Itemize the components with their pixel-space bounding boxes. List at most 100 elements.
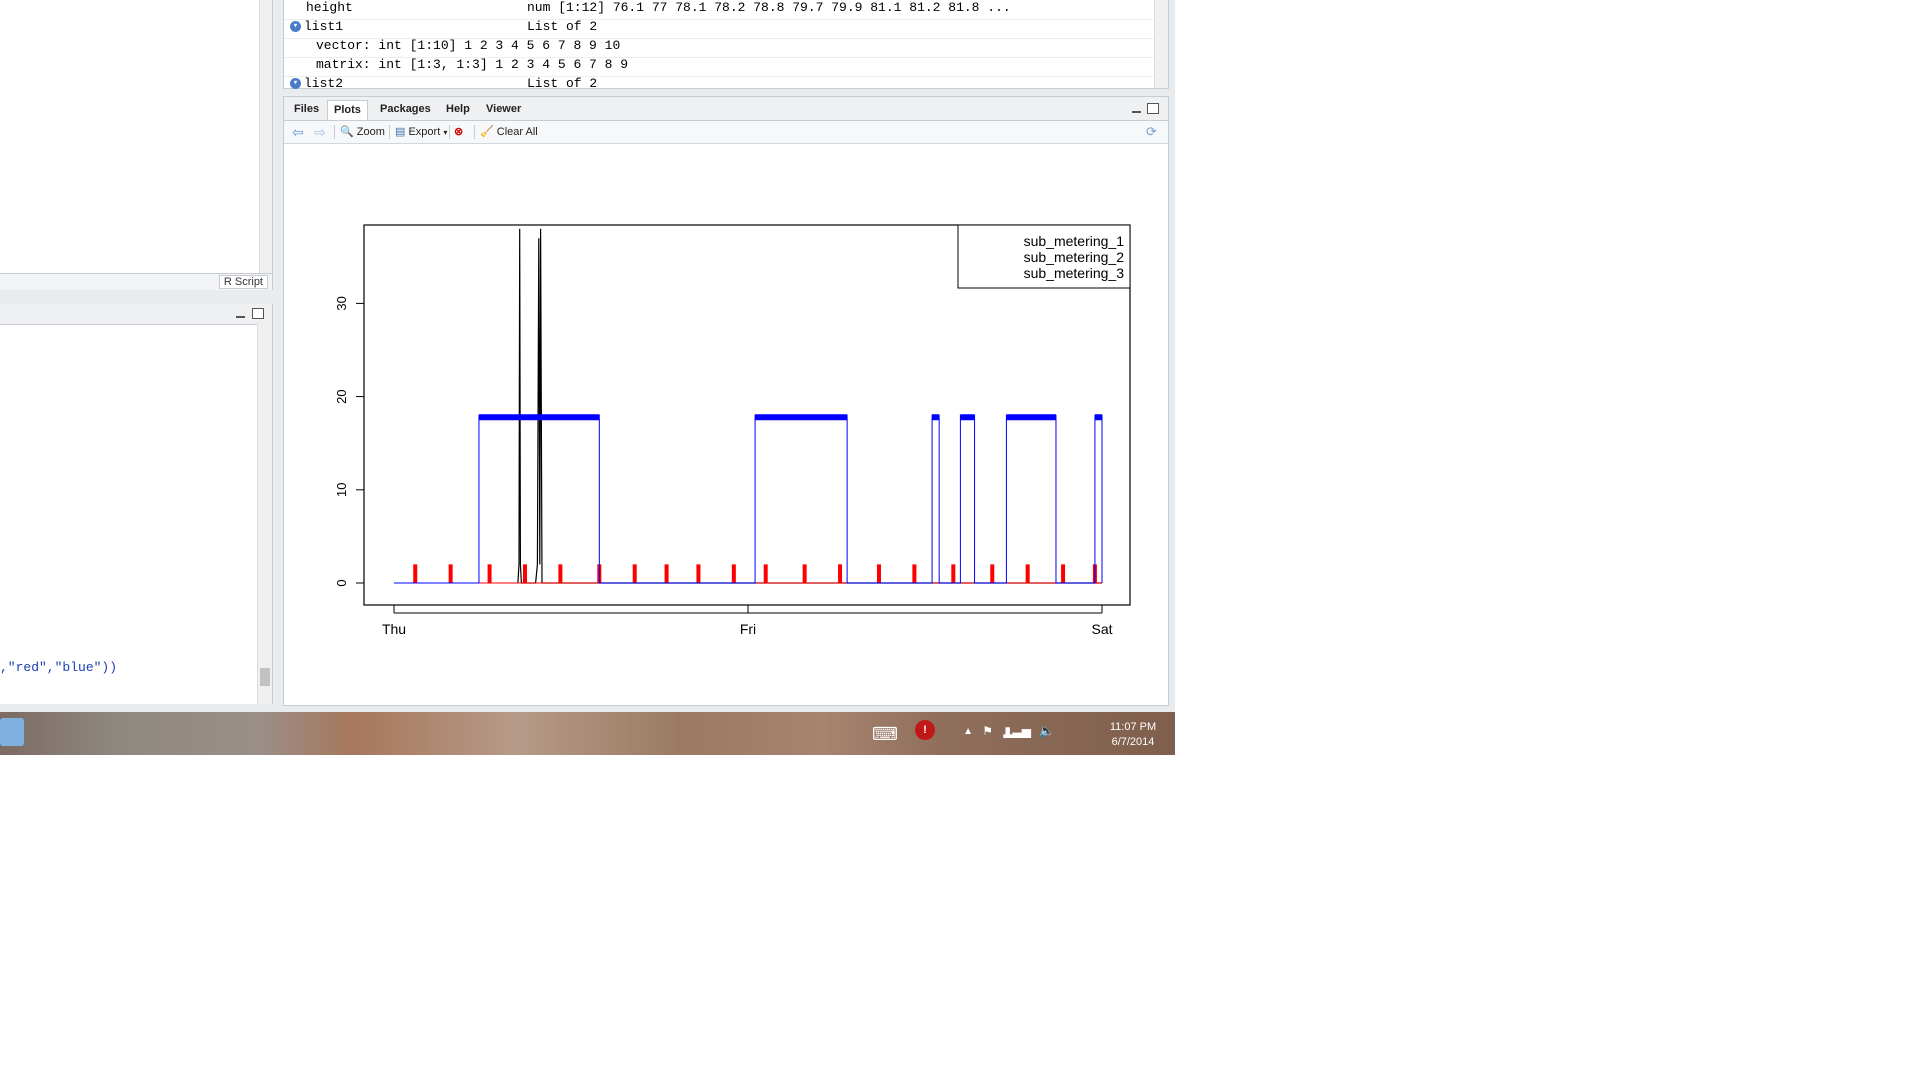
console-header bbox=[0, 304, 272, 325]
console-pane: ,"red","blue")) bbox=[0, 304, 273, 704]
environment-name: vector: int [1:10] 1 2 3 4 5 6 7 8 9 10 bbox=[316, 38, 620, 53]
series-spike-sub_metering_2 bbox=[912, 564, 917, 583]
pane-tabs: Files Plots Packages Help Viewer bbox=[284, 97, 1168, 121]
refresh-icon[interactable]: ⟳ bbox=[1146, 124, 1157, 140]
keyboard-icon[interactable]: ⌨ bbox=[872, 724, 898, 745]
series-spike-sub_metering_2 bbox=[632, 564, 637, 583]
series-band-sub_metering_3 bbox=[960, 414, 975, 421]
series-spike-sub_metering_2 bbox=[696, 564, 701, 583]
series-spike-sub_metering_2 bbox=[876, 564, 881, 583]
environment-value: num [1:12] 76.1 77 78.1 78.2 78.8 79.7 7… bbox=[527, 0, 1011, 15]
clear-all-button[interactable]: 🧹 Clear All bbox=[480, 124, 538, 140]
alert-icon[interactable]: ! bbox=[915, 720, 935, 740]
broom-icon: 🧹 bbox=[480, 126, 494, 138]
maximize-icon[interactable] bbox=[1147, 103, 1159, 114]
series-spike-sub_metering_2 bbox=[763, 564, 768, 583]
y-tick-label: 10 bbox=[334, 483, 349, 497]
environment-row[interactable]: vector: int [1:10] 1 2 3 4 5 6 7 8 9 10 bbox=[284, 38, 1154, 58]
plot-canvas: 0 10 20 30 Thu Fri Sat sub_metering_1 sub_meteri… bbox=[334, 224, 1131, 637]
series-band-sub_metering_3 bbox=[1094, 414, 1102, 421]
series-band-sub_metering_3 bbox=[1006, 414, 1056, 421]
series-band-sub_metering_3 bbox=[478, 414, 600, 421]
flag-icon[interactable]: ⚑ bbox=[982, 724, 993, 738]
environment-row[interactable]: ▾ list1 List of 2 bbox=[284, 19, 1154, 39]
export-icon: ▤ bbox=[395, 126, 406, 138]
back-arrow-icon[interactable]: ⇦ bbox=[292, 124, 304, 140]
legend-entry: sub_metering_3 bbox=[1024, 265, 1125, 281]
toolbar-separator bbox=[389, 125, 390, 139]
environment-name-text: list1 bbox=[304, 19, 344, 34]
environment-name-text: height bbox=[306, 0, 353, 15]
zoom-label: Zoom bbox=[356, 126, 385, 138]
series-spike-sub_metering_2 bbox=[448, 564, 453, 583]
tab-viewer[interactable]: Viewer bbox=[480, 100, 527, 119]
environment-row[interactable]: height num [1:12] 76.1 77 78.1 78.2 78.8 … bbox=[284, 0, 1154, 20]
legend-entry: sub_metering_1 bbox=[1024, 233, 1125, 249]
plots-toolbar: ⇦ ⇨ 🔍 Zoom ▤ Export ▾ ⊗ 🧹 Clear All ⟳ bbox=[284, 121, 1168, 144]
series-spike-sub_metering_2 bbox=[951, 564, 956, 583]
show-hidden-icons-icon[interactable]: ▲ bbox=[963, 726, 973, 737]
windows-taskbar: ⌨ ! ▲ ⚑ ▮ ▂▃▅ 🔈 11:07 PM 6/7/2014 bbox=[0, 712, 1175, 755]
export-label: Export bbox=[408, 126, 441, 138]
taskbar-clock[interactable]: 11:07 PM 6/7/2014 bbox=[1103, 720, 1163, 750]
environment-name: ▾ list1 bbox=[290, 19, 343, 34]
file-type-selector[interactable]: R Script bbox=[218, 275, 268, 289]
environment-value: List of 2 bbox=[527, 19, 598, 34]
tab-files[interactable]: Files bbox=[288, 100, 325, 119]
editor-scrollbar[interactable] bbox=[259, 0, 272, 277]
export-button[interactable]: ▤ Export ▾ bbox=[395, 124, 447, 140]
taskbar-app-icon[interactable] bbox=[0, 718, 24, 746]
y-tick-label: 20 bbox=[334, 389, 349, 403]
maximize-icon[interactable] bbox=[252, 308, 264, 319]
environment-value: List of 2 bbox=[527, 76, 598, 91]
expand-icon[interactable]: ▾ bbox=[290, 21, 301, 33]
environment-row[interactable]: ▾ list2 List of 2 bbox=[284, 76, 1154, 96]
series-spike-sub_metering_2 bbox=[413, 564, 418, 583]
forward-arrow-icon[interactable]: ⇨ bbox=[314, 124, 326, 140]
x-tick-label: Fri bbox=[740, 621, 756, 637]
environment-row[interactable]: matrix: int [1:3, 1:3] 1 2 3 4 5 6 7 8 9 bbox=[284, 57, 1154, 77]
console-scrollbar[interactable] bbox=[257, 324, 272, 704]
x-tick-label: Sat bbox=[1091, 621, 1112, 637]
editor-statusbar: R Script bbox=[0, 273, 272, 290]
rstudio-window: R Script ,"red","blue")) height num [1:12… bbox=[0, 0, 1175, 755]
tab-help[interactable]: Help bbox=[440, 100, 476, 119]
network-icon[interactable]: ▂▃▅ bbox=[1003, 724, 1031, 738]
series-spike-sub_metering_2 bbox=[1025, 564, 1030, 583]
source-editor-pane: R Script bbox=[0, 0, 273, 290]
environment-scrollbar[interactable] bbox=[1154, 0, 1168, 88]
expand-icon[interactable]: ▾ bbox=[290, 78, 301, 90]
series-spike-sub_metering_2 bbox=[731, 564, 736, 583]
y-tick-label: 0 bbox=[334, 579, 349, 586]
environment-name: matrix: int [1:3, 1:3] 1 2 3 4 5 6 7 8 9 bbox=[316, 57, 628, 72]
toolbar-separator bbox=[449, 125, 450, 139]
series-spike-sub_metering_2 bbox=[664, 564, 669, 583]
environment-name: ▾ list2 bbox=[290, 76, 343, 91]
clock-time: 11:07 PM bbox=[1109, 721, 1157, 733]
zoom-button[interactable]: 🔍 Zoom bbox=[340, 124, 385, 140]
scrollbar-thumb[interactable] bbox=[260, 668, 270, 686]
series-spike-sub_metering_2 bbox=[487, 564, 492, 583]
environment-name-text: matrix: int [1:3, 1:3] 1 2 3 4 5 6 7 8 9 bbox=[316, 57, 629, 72]
y-tick-label: 30 bbox=[334, 296, 349, 310]
plots-pane: Files Plots Packages Help Viewer ⇦ ⇨ 🔍 Z… bbox=[283, 96, 1169, 706]
magnifier-icon: 🔍 bbox=[340, 126, 354, 138]
dropdown-arrow-icon: ▾ bbox=[443, 128, 448, 137]
environment-name-text: list2 bbox=[304, 76, 344, 91]
minimize-icon[interactable] bbox=[236, 316, 245, 318]
x-tick-label: Thu bbox=[382, 621, 406, 637]
volume-icon[interactable]: 🔈 bbox=[1039, 723, 1055, 739]
console-code-line: ,"red","blue")) bbox=[0, 660, 118, 675]
environment-name-text: vector: int [1:10] 1 2 3 4 5 6 7 8 9 10 bbox=[316, 38, 621, 53]
remove-plot-icon[interactable]: ⊗ bbox=[454, 124, 463, 140]
minimize-icon[interactable] bbox=[1132, 111, 1141, 113]
series-band-sub_metering_3 bbox=[932, 414, 940, 421]
tab-packages[interactable]: Packages bbox=[374, 100, 437, 119]
toolbar-separator bbox=[334, 125, 335, 139]
environment-pane: height num [1:12] 76.1 77 78.1 78.2 78.8 … bbox=[283, 0, 1169, 96]
series-spike-sub_metering_2 bbox=[558, 564, 563, 583]
series-spike-sub_metering_2 bbox=[990, 564, 995, 583]
environment-name: height bbox=[306, 0, 353, 15]
series-spike-sub_metering_2 bbox=[838, 564, 843, 583]
tab-plots[interactable]: Plots bbox=[327, 100, 368, 120]
